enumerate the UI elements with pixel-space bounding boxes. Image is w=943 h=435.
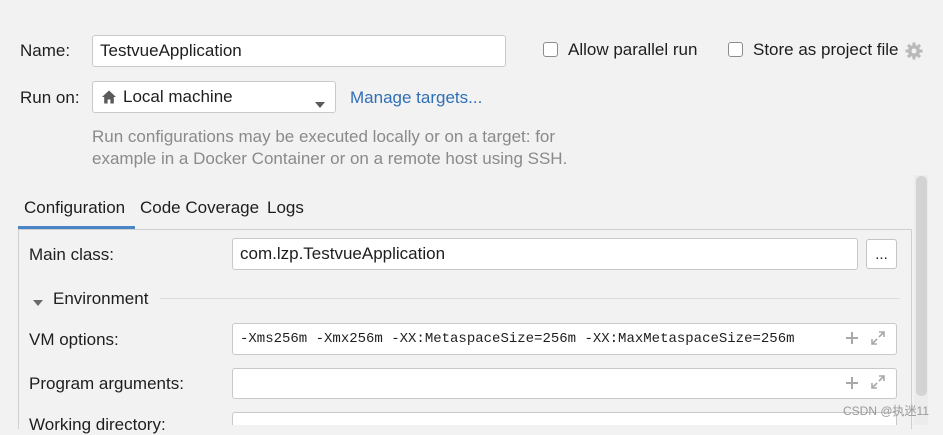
plus-icon[interactable] [845,375,859,395]
tab-logs[interactable]: Logs [267,198,304,218]
name-input-value: TestvueApplication [100,41,242,60]
browse-button-label: ... [875,245,888,263]
working-directory-input[interactable] [232,412,897,425]
allow-parallel-checkbox[interactable] [543,42,558,57]
tab-configuration[interactable]: Configuration [24,198,125,218]
home-icon [101,89,117,105]
program-arguments-input[interactable] [232,368,897,399]
chevron-down-icon [314,94,326,114]
scrollbar-thumb[interactable] [916,176,927,396]
vm-options-value: -Xms256m -Xmx256m -XX:MetaspaceSize=256m… [240,331,795,347]
environment-separator [160,298,900,299]
allow-parallel-label[interactable]: Allow parallel run [568,40,697,60]
manage-targets-link[interactable]: Manage targets... [350,88,482,108]
environment-section-title[interactable]: Environment [53,289,148,309]
main-class-value: com.lzp.TestvueApplication [240,244,446,263]
run-on-hint-line-2: example in a Docker Container or on a re… [92,149,568,168]
collapse-triangle-icon[interactable] [32,293,44,313]
run-on-value: Local machine [123,87,233,106]
name-input[interactable]: TestvueApplication [92,35,506,67]
tab-code-coverage[interactable]: Code Coverage [140,198,259,218]
vm-options-label: VM options: [29,330,119,349]
main-class-label: Main class: [29,245,115,264]
run-on-dropdown[interactable]: Local machine [92,81,336,113]
plus-icon[interactable] [845,330,859,350]
gear-icon[interactable] [904,41,924,61]
expand-icon[interactable] [870,330,886,351]
run-on-hint-line-1: Run configurations may be executed local… [92,127,556,146]
working-directory-label: Working directory: [29,415,166,434]
store-project-checkbox[interactable] [728,42,743,57]
watermark: CSDN @执迷11 [843,404,929,418]
main-class-input[interactable]: com.lzp.TestvueApplication [232,238,858,270]
store-project-label[interactable]: Store as project file [753,40,899,60]
expand-icon[interactable] [870,374,886,395]
vm-options-input[interactable]: -Xms256m -Xmx256m -XX:MetaspaceSize=256m… [232,323,897,355]
browse-main-class-button[interactable]: ... [866,239,897,269]
program-arguments-label: Program arguments: [29,374,184,393]
run-on-label: Run on: [20,88,80,107]
name-label: Name: [20,41,71,60]
